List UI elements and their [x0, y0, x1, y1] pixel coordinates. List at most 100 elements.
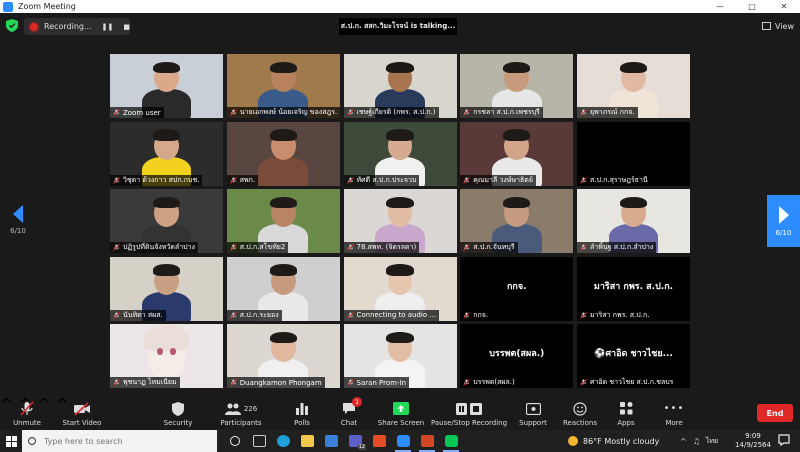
participant-tile[interactable]: ยุพาภรณ์ กกจ. — [577, 54, 690, 118]
participant-name: ทัศดี ส.ป.ก.ประจวบ — [356, 175, 417, 184]
stop-recording-icon[interactable]: ■ — [123, 23, 130, 31]
pause-stop-recording-button[interactable]: Pause/Stop Recording — [430, 395, 508, 430]
participant-tile[interactable]: นายเอกพงษ์ น้อยเจริญ ของสฎร.. — [226, 54, 340, 118]
taskbar-app-line[interactable] — [439, 430, 463, 452]
task-view-button[interactable] — [223, 430, 247, 452]
participant-tile[interactable]: วิชุดา ด้วงกาว สปก.กบช. — [110, 121, 223, 186]
participant-tile[interactable]: ⚽ศาอิด ชาวไชย... ศาอิด ชาวไชย ส.ป.ก.ชลบร — [577, 324, 690, 388]
apps-button[interactable]: Apps — [612, 395, 640, 430]
view-button[interactable]: View — [762, 18, 794, 34]
participant-display-name: กกจ. — [506, 281, 527, 292]
start-video-button[interactable]: Start Video — [62, 395, 102, 430]
weather-widget[interactable]: 86°F Mostly cloudy — [568, 430, 659, 452]
chat-button[interactable]: 1 Chat — [336, 395, 362, 430]
taskbar-app-office[interactable] — [367, 430, 391, 452]
chat-label: Chat — [340, 419, 358, 427]
reactions-emoji-icon — [573, 400, 587, 417]
mic-muted-icon — [229, 311, 237, 319]
mic-muted-icon — [346, 244, 354, 251]
taskbar-app-teams[interactable]: 12 — [343, 430, 367, 452]
mic-muted-icon — [580, 379, 587, 386]
support-icon — [525, 400, 541, 417]
participant-tile[interactable]: ส.ป.ก.สโขทัย2 — [226, 189, 340, 253]
pause-recording-icon[interactable]: ❚❚ — [102, 23, 114, 31]
mic-muted-icon — [229, 244, 237, 251]
participant-nameplate: ศาอิด ชาวไชย ส.ป.ก.ชลบร — [577, 377, 677, 388]
mic-muted-icon — [229, 176, 237, 184]
reactions-button[interactable]: Reactions — [562, 395, 598, 430]
tray-expand-icon[interactable]: ^ — [680, 437, 687, 446]
share-screen-button[interactable]: Share Screen — [378, 395, 424, 430]
maximize-icon[interactable]: □ — [736, 0, 768, 13]
next-page-button[interactable]: 6/10 — [767, 195, 800, 247]
active-speaker-text: ส.ป.ก. สสก.วิมะโรจน์ is talking... — [340, 22, 456, 30]
taskbar-app-edge[interactable] — [271, 430, 295, 452]
line-icon — [444, 435, 458, 447]
recording-indicator: Recording... ❚❚ ■ — [24, 18, 130, 35]
participant-tile[interactable]: ส.ป.ก.ระยอง — [226, 256, 340, 321]
participant-tile[interactable]: สพก. — [226, 121, 340, 186]
taskbar-clock[interactable]: 9:09 14/9/2564 — [733, 432, 773, 450]
participant-tile[interactable]: คุณมาลี วงษ์ษาธิตย์ — [460, 121, 574, 186]
participant-name: Duangkamon Phongam — [239, 378, 322, 387]
taskbar-app-powerpoint[interactable] — [415, 430, 439, 452]
shield-icon[interactable] — [6, 19, 18, 32]
mic-muted-icon — [346, 109, 354, 116]
notification-icon[interactable] — [778, 434, 790, 446]
participant-nameplate: ยุพาภรณ์ กกจ. — [577, 107, 638, 118]
windows-logo-icon — [5, 435, 17, 447]
security-button[interactable]: Security — [160, 395, 196, 430]
video-gallery: Zoom user นายเอกพงษ์ น้อยเจริญ ของสฎร.. เช… — [110, 54, 690, 388]
view-label: View — [775, 21, 794, 31]
volume-icon[interactable]: ♫ — [693, 437, 700, 446]
participant-tile[interactable]: ปฏิรูปที่ดินจังหวัดลำปาง — [110, 189, 223, 253]
minimize-icon[interactable]: — — [704, 0, 736, 13]
participant-name: นายเอกพงษ์ น้อยเจริญ ของสฎร.. — [239, 108, 337, 116]
participant-tile[interactable]: กกจ. กกจ. — [460, 256, 574, 321]
participants-button[interactable]: 226 Participants — [218, 395, 264, 430]
participant-nameplate: Saran Prom-In — [343, 377, 410, 388]
participant-tile[interactable]: เชษฐ์เกียรติ (กพร. ส.ป.ก.) — [343, 54, 457, 118]
mic-muted-icon — [463, 311, 471, 319]
end-meeting-button[interactable]: End — [757, 404, 793, 422]
taskbar-app-explorer[interactable] — [295, 430, 319, 452]
participant-tile[interactable]: กรชลา ส.ป.ก.เพชรบุรี — [460, 54, 574, 118]
language-indicator[interactable]: ไทย — [706, 436, 718, 447]
participant-tile[interactable]: ลำพิ้นฐ ส.ป.ก.ลำปาง — [577, 189, 690, 253]
participant-nameplate: กรชลา ส.ป.ก.เพชรบุรี — [460, 107, 543, 118]
participant-tile[interactable]: บรรพต(สผล.) บรรพต(สผล.) — [460, 324, 574, 388]
window-controls: — □ ✕ — [704, 0, 800, 13]
participant-tile[interactable]: 78.สพท. (จิตรลดา) — [343, 189, 457, 253]
windows-start-button[interactable] — [0, 430, 22, 452]
participant-tile[interactable]: Zoom user — [110, 54, 223, 118]
close-icon[interactable]: ✕ — [768, 0, 800, 13]
pause-stop-recording-label: Pause/Stop Recording — [430, 419, 508, 427]
taskbar-app-zoom[interactable] — [391, 430, 415, 452]
taskbar-search-input[interactable] — [44, 436, 204, 446]
pause-stop-icon — [456, 400, 482, 417]
support-button[interactable]: Support — [516, 395, 550, 430]
participant-tile[interactable]: พุชนาฏ ไหมเนียม — [110, 324, 223, 388]
office-icon — [372, 435, 386, 447]
participant-nameplate: 78.สพท. (จิตรลดา) — [343, 242, 420, 253]
participant-tile[interactable]: Saran Prom-In — [343, 324, 457, 388]
participant-tile[interactable]: ส.ป.ก.จันทบุรี — [460, 189, 574, 253]
unmute-label: Unmute — [13, 419, 41, 427]
taskbar-search-box[interactable] — [22, 430, 217, 452]
store-icon — [324, 435, 338, 447]
previous-page-button[interactable]: 6/10 — [8, 205, 28, 245]
participant-name: พุชนาฏ ไหมเนียม — [123, 378, 177, 386]
participant-tile[interactable]: ทัศดี ส.ป.ก.ประจวบ — [343, 121, 457, 186]
participant-nameplate: สพก. — [226, 174, 259, 186]
participant-tile[interactable]: Duangkamon Phongam — [226, 324, 340, 388]
unmute-button[interactable]: Unmute — [10, 395, 44, 430]
taskbar-app-grid[interactable] — [247, 430, 271, 452]
taskbar-app-store[interactable] — [319, 430, 343, 452]
participant-tile[interactable]: Connecting to audio ... — [343, 256, 457, 321]
more-button[interactable]: ••• More — [660, 395, 688, 430]
participant-tile[interactable]: มาริสา กพร. ส.ป.ก. มาริสา กพร. ส.ป.ก. — [577, 256, 690, 321]
participant-tile[interactable]: นันทิตา สผส. — [110, 256, 223, 321]
participant-tile[interactable]: ส.ป.ก.สุราษฎร์ธานี — [577, 121, 690, 186]
participant-name: ส.ป.ก.ระยอง — [239, 310, 279, 319]
polls-button[interactable]: Polls — [288, 395, 316, 430]
